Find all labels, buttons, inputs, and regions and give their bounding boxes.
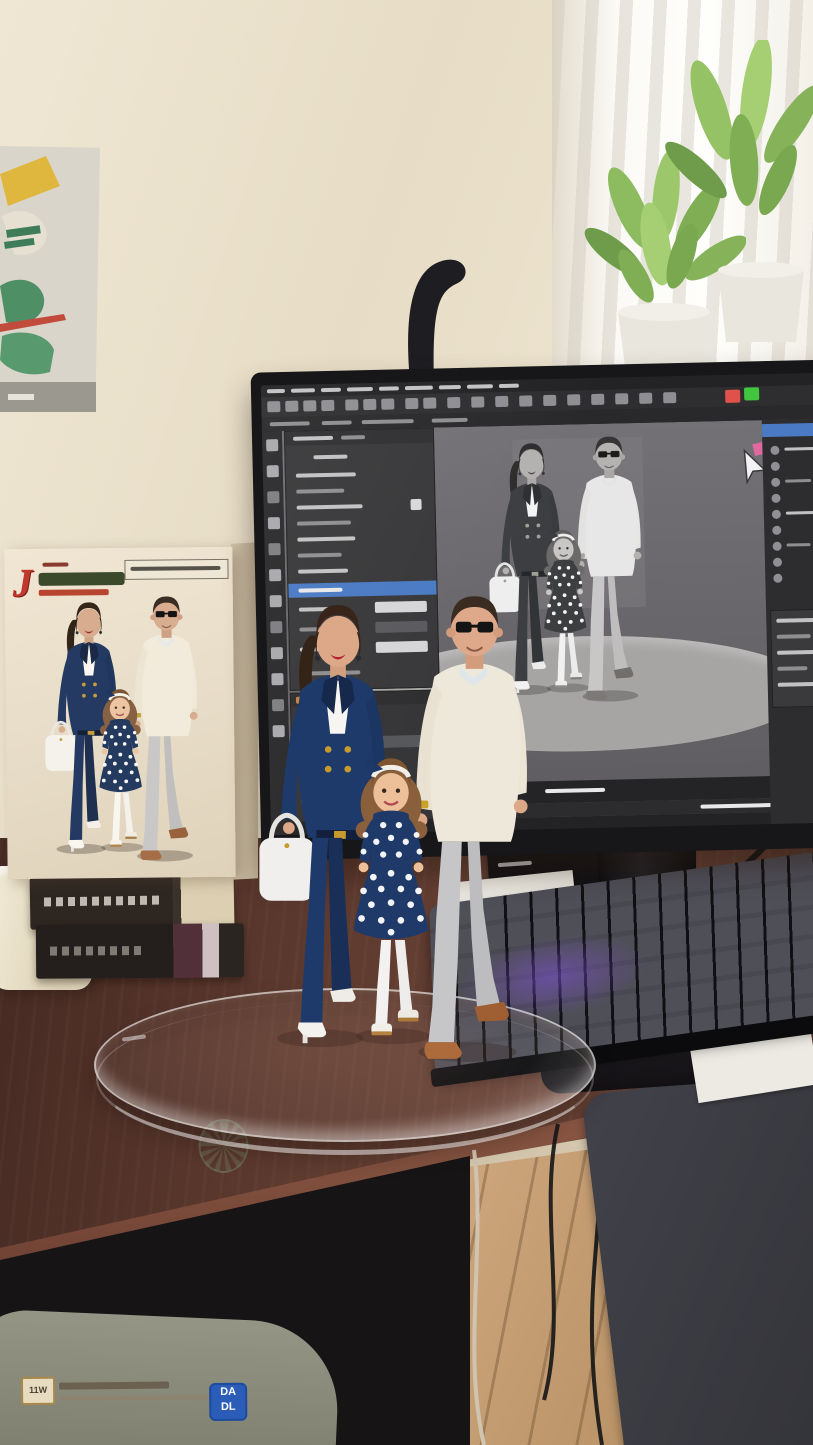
photo-scene: J 11W DA DL — [0, 0, 813, 1445]
book-spine-text — [50, 946, 146, 956]
mousepad — [581, 1045, 813, 1445]
book — [36, 923, 244, 978]
box-family-artwork — [25, 589, 218, 871]
figurine-box: J 11W DA DL — [4, 547, 235, 879]
wall-poster — [0, 146, 104, 412]
box-code-text: 11W — [29, 1385, 47, 1395]
box-code-emblem: 11W — [21, 1377, 55, 1405]
book — [30, 874, 235, 930]
family-figurines — [226, 584, 560, 1076]
publisher-logo: DA DL — [209, 1383, 247, 1421]
box-title-text — [59, 1382, 169, 1390]
box-caption — [124, 559, 228, 580]
publisher-logo-line: DA — [211, 1385, 245, 1400]
monitor-arm-hook — [396, 252, 486, 382]
publisher-logo-line: DL — [211, 1400, 245, 1415]
book-spine-text — [44, 895, 162, 906]
plant-right — [652, 40, 813, 352]
